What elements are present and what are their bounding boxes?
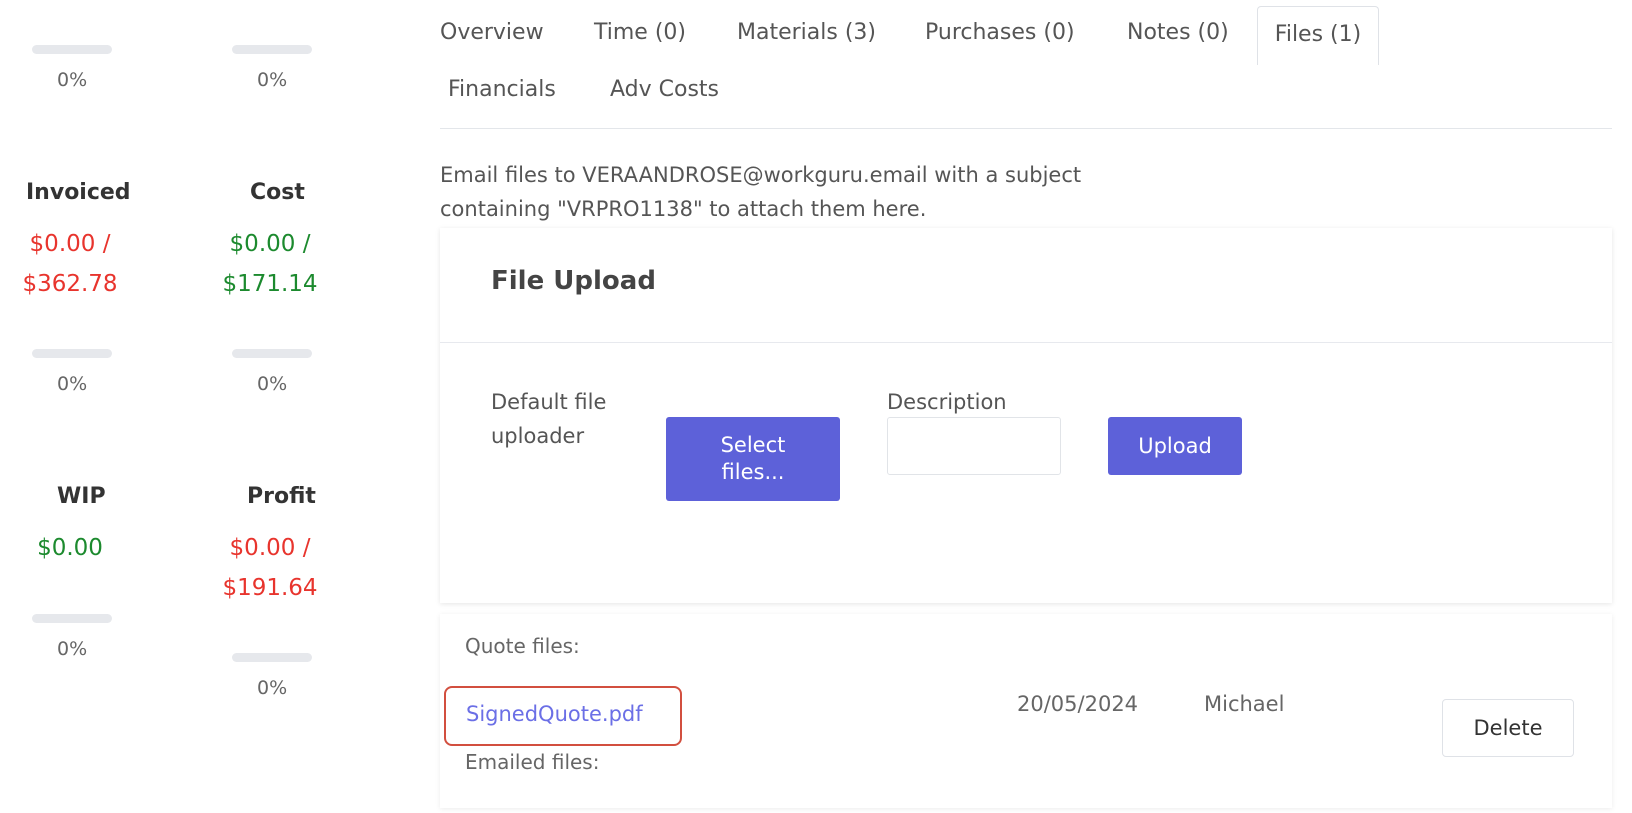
percent-row1-left: 0% bbox=[57, 69, 88, 91]
wip-percent: 0% bbox=[57, 638, 88, 660]
invoiced-title: Invoiced bbox=[26, 180, 131, 205]
cost-percent: 0% bbox=[257, 373, 288, 395]
delete-file-button[interactable]: Delete bbox=[1442, 699, 1574, 757]
file-upload-header: File Upload bbox=[440, 228, 1612, 343]
file-upload-card: File Upload Default file uploader Select… bbox=[440, 228, 1612, 603]
tab-time[interactable]: Time (0) bbox=[594, 20, 686, 45]
profit-percent: 0% bbox=[257, 677, 288, 699]
default-uploader-label: Default file uploader bbox=[491, 385, 606, 453]
job-tabs: Overview Time (0) Materials (3) Purchase… bbox=[440, 6, 1612, 129]
wip-progress-bar bbox=[32, 614, 112, 623]
cost-value: $0.00 / $171.14 bbox=[200, 224, 340, 304]
upload-button[interactable]: Upload bbox=[1108, 417, 1242, 475]
description-label: Description bbox=[887, 390, 1007, 414]
profit-progress-bar bbox=[232, 653, 312, 662]
email-instructions-line1: Email files to VERAANDROSE@workguru.emai… bbox=[440, 163, 1082, 187]
profit-value-current: $0.00 / bbox=[229, 535, 311, 561]
profit-value-total: $191.64 bbox=[222, 575, 318, 601]
invoiced-value: $0.00 / $362.78 bbox=[0, 224, 140, 304]
invoiced-percent: 0% bbox=[57, 373, 88, 395]
percent-row1-right: 0% bbox=[257, 69, 288, 91]
select-files-label-line2: files... bbox=[721, 460, 785, 484]
default-uploader-label-line2: uploader bbox=[491, 424, 585, 448]
files-list-card: Quote files: SignedQuote.pdf 20/05/2024 … bbox=[440, 614, 1612, 808]
tab-overview[interactable]: Overview bbox=[440, 20, 544, 45]
progress-bar-row1-left bbox=[32, 45, 112, 54]
profit-value: $0.00 / $191.64 bbox=[200, 528, 340, 608]
cost-title: Cost bbox=[250, 180, 305, 205]
tab-purchases[interactable]: Purchases (0) bbox=[925, 20, 1075, 45]
job-stats-panel: 0% 0% Invoiced $0.00 / $362.78 0% Cost $… bbox=[0, 0, 400, 813]
tab-materials[interactable]: Materials (3) bbox=[737, 20, 876, 45]
cost-value-current: $0.00 / bbox=[229, 231, 311, 257]
invoiced-progress-bar bbox=[32, 349, 112, 358]
select-files-button[interactable]: Select files... bbox=[666, 417, 840, 501]
email-instructions-line2: containing "VRPRO1138" to attach them he… bbox=[440, 197, 927, 221]
tab-financials[interactable]: Financials bbox=[448, 77, 556, 102]
tab-notes[interactable]: Notes (0) bbox=[1127, 20, 1229, 45]
progress-bar-row1-right bbox=[232, 45, 312, 54]
cost-progress-bar bbox=[232, 349, 312, 358]
invoiced-value-total: $362.78 bbox=[22, 271, 118, 297]
tab-files[interactable]: Files (1) bbox=[1257, 6, 1379, 65]
description-input[interactable] bbox=[887, 417, 1061, 475]
profit-title: Profit bbox=[247, 484, 316, 509]
select-files-label-line1: Select bbox=[720, 433, 786, 457]
wip-title: WIP bbox=[57, 484, 106, 509]
cost-value-total: $171.14 bbox=[222, 271, 318, 297]
quote-files-label: Quote files: bbox=[465, 634, 580, 658]
emailed-files-label: Emailed files: bbox=[465, 750, 600, 774]
wip-value: $0.00 bbox=[37, 535, 103, 561]
default-uploader-label-line1: Default file bbox=[491, 390, 607, 414]
file-uploaded-by: Michael bbox=[1204, 692, 1285, 716]
email-instructions: Email files to VERAANDROSE@workguru.emai… bbox=[440, 158, 1140, 226]
file-link[interactable]: SignedQuote.pdf bbox=[444, 686, 682, 746]
invoiced-value-current: $0.00 / bbox=[29, 231, 111, 257]
file-upload-title: File Upload bbox=[491, 266, 656, 296]
tab-adv-costs[interactable]: Adv Costs bbox=[610, 77, 719, 102]
file-date: 20/05/2024 bbox=[1017, 692, 1139, 716]
